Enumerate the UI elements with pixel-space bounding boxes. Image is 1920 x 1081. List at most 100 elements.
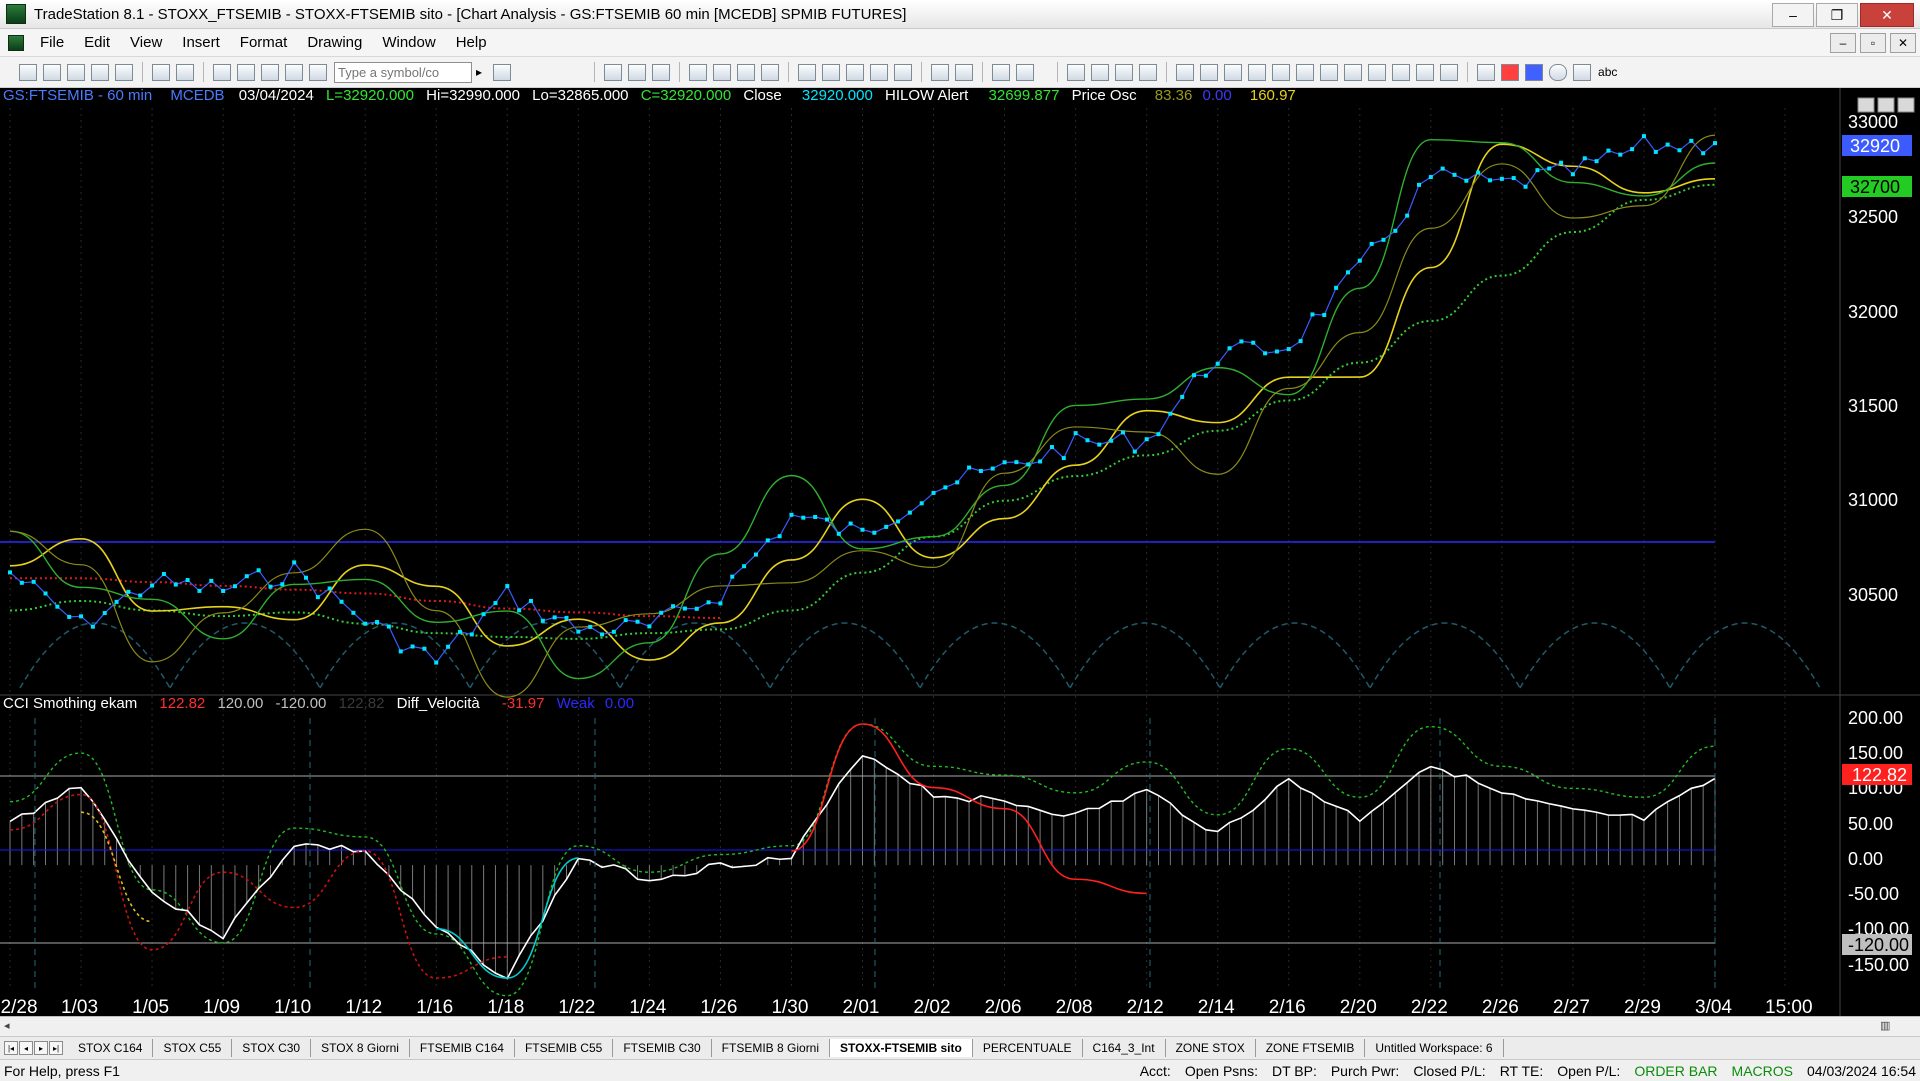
volume-icon[interactable] [894, 63, 913, 81]
status-macros[interactable]: MACROS [1732, 1063, 1793, 1079]
print-preview-icon[interactable] [152, 63, 170, 81]
mdi-minimize-button[interactable]: – [1830, 32, 1856, 53]
fibonacci-icon[interactable] [1248, 63, 1267, 81]
curve-icon[interactable] [1477, 63, 1496, 81]
scroll-bars-icon[interactable] [955, 63, 974, 81]
tab-last-icon[interactable]: ▸| [49, 1041, 63, 1055]
copy-icon[interactable] [91, 63, 109, 81]
cycle-icon[interactable] [1392, 63, 1411, 81]
price-point [1026, 462, 1031, 467]
menu-view[interactable]: View [120, 34, 172, 51]
workspace-tab[interactable]: STOXX-FTSEMIB sito [830, 1039, 973, 1057]
workspace-tab[interactable]: FTSEMIB C164 [410, 1039, 515, 1057]
maximize-button[interactable]: ❐ [1816, 3, 1858, 27]
arc-icon[interactable] [1416, 63, 1435, 81]
symbol-go-icon[interactable]: ▸ [476, 65, 482, 79]
insert-analysis-icon[interactable] [737, 63, 756, 81]
pane-minimize-icon[interactable] [1857, 97, 1875, 113]
new-icon[interactable] [19, 63, 37, 81]
menu-file[interactable]: File [30, 34, 74, 51]
vertical-line-icon[interactable] [1200, 63, 1219, 81]
macro-icon[interactable] [309, 63, 327, 81]
zoom-in-icon[interactable] [992, 63, 1011, 81]
scroll-thumb-icon[interactable]: ▥ [1880, 1019, 1894, 1033]
zoom-out-icon[interactable] [1016, 63, 1035, 81]
menu-format[interactable]: Format [230, 34, 298, 51]
pointer-icon[interactable] [1067, 63, 1086, 81]
symbol-lookup-icon[interactable] [493, 63, 512, 81]
scroll-left-icon[interactable]: ◂ [4, 1019, 18, 1033]
andrews-icon[interactable] [1344, 63, 1363, 81]
ellipse-icon[interactable] [1549, 63, 1568, 81]
arrow-up-icon[interactable] [1525, 63, 1544, 81]
point-figure-icon[interactable] [870, 63, 889, 81]
speed-lines-icon[interactable] [1320, 63, 1339, 81]
link-icon[interactable] [285, 63, 303, 81]
bar-chart-icon[interactable] [798, 63, 817, 81]
status-order-bar[interactable]: ORDER BAR [1634, 1063, 1717, 1079]
horizontal-line-icon[interactable] [1224, 63, 1243, 81]
cursor-icon[interactable] [1091, 63, 1110, 81]
workspace-tab[interactable]: FTSEMIB 8 Giorni [712, 1039, 831, 1057]
workspace-tab[interactable]: STOX C164 [68, 1039, 154, 1057]
text-tool-icon[interactable]: abc [1598, 65, 1617, 79]
format-symbol-icon[interactable] [604, 63, 623, 81]
workspace-icon[interactable] [213, 63, 231, 81]
menu-insert[interactable]: Insert [172, 34, 230, 51]
rectangle-icon[interactable] [1573, 63, 1592, 81]
line-chart-icon[interactable] [846, 63, 865, 81]
mdi-close-button[interactable]: ✕ [1890, 32, 1916, 53]
price-point [90, 624, 95, 629]
menu-edit[interactable]: Edit [74, 34, 120, 51]
tab-first-icon[interactable]: |◂ [4, 1041, 18, 1055]
insert-indicator-icon[interactable] [689, 63, 708, 81]
workspace-tab[interactable]: PERCENTUALE [973, 1039, 1083, 1057]
date-tick: 1/03 [61, 997, 98, 1016]
tools-icon[interactable] [1115, 63, 1134, 81]
hide-icon[interactable] [1139, 63, 1158, 81]
menu-drawing[interactable]: Drawing [297, 34, 372, 51]
zoom-bars-icon[interactable] [931, 63, 950, 81]
mdi-restore-button[interactable]: ▫ [1860, 32, 1886, 53]
horizontal-scrollbar[interactable]: ◂ ▥ [0, 1016, 1920, 1036]
workspace-tab[interactable]: Untitled Workspace: 6 [1365, 1039, 1504, 1057]
print-icon[interactable] [176, 63, 194, 81]
menu-window[interactable]: Window [372, 34, 445, 51]
parallel-icon[interactable] [1368, 63, 1387, 81]
price-point [1488, 178, 1493, 183]
trendline-icon[interactable] [1176, 63, 1195, 81]
workspace-tab[interactable]: ZONE STOX [1166, 1039, 1256, 1057]
chart-canvas[interactable]: GS:FTSEMIB - 60 min MCEDB 03/04/2024 L=3… [0, 88, 1920, 1016]
tab-next-icon[interactable]: ▸ [34, 1041, 48, 1055]
workspace-tab[interactable]: C164_3_Int [1083, 1039, 1166, 1057]
data-window-icon[interactable] [652, 63, 671, 81]
workspace-tab[interactable]: STOX 8 Giorni [311, 1039, 410, 1057]
save-icon[interactable] [67, 63, 85, 81]
chart-area[interactable]: GS:FTSEMIB - 60 min MCEDB 03/04/2024 L=3… [0, 88, 1920, 1016]
tab-prev-icon[interactable]: ◂ [19, 1041, 33, 1055]
workspace-tab[interactable]: FTSEMIB C30 [613, 1039, 712, 1057]
workspace-tab[interactable]: STOX C55 [153, 1039, 233, 1057]
pen-icon[interactable] [1440, 63, 1459, 81]
pane-restore-icon[interactable] [1877, 97, 1895, 113]
symbol-input[interactable] [334, 61, 472, 83]
channel-icon[interactable] [1272, 63, 1291, 81]
insert-study-icon[interactable] [761, 63, 780, 81]
lock-icon[interactable] [261, 63, 279, 81]
close-button[interactable]: ✕ [1860, 3, 1914, 27]
minimize-button[interactable]: – [1772, 3, 1814, 27]
gann-icon[interactable] [1296, 63, 1315, 81]
workspace-tab[interactable]: STOX C30 [232, 1039, 312, 1057]
paste-icon[interactable] [115, 63, 133, 81]
menu-help[interactable]: Help [446, 34, 497, 51]
candle-chart-icon[interactable] [822, 63, 841, 81]
insert-strategy-icon[interactable] [713, 63, 732, 81]
workspace-tab[interactable]: ZONE FTSEMIB [1256, 1039, 1366, 1057]
open-icon[interactable] [43, 63, 61, 81]
pane-close-icon[interactable] [1897, 97, 1915, 113]
arrow-down-icon[interactable] [1501, 63, 1520, 81]
format-window-icon[interactable] [628, 63, 647, 81]
workspace-tab[interactable]: FTSEMIB C55 [515, 1039, 614, 1057]
chart-symbol: GS:FTSEMIB - 60 min [3, 88, 152, 104]
window-icon[interactable] [237, 63, 255, 81]
